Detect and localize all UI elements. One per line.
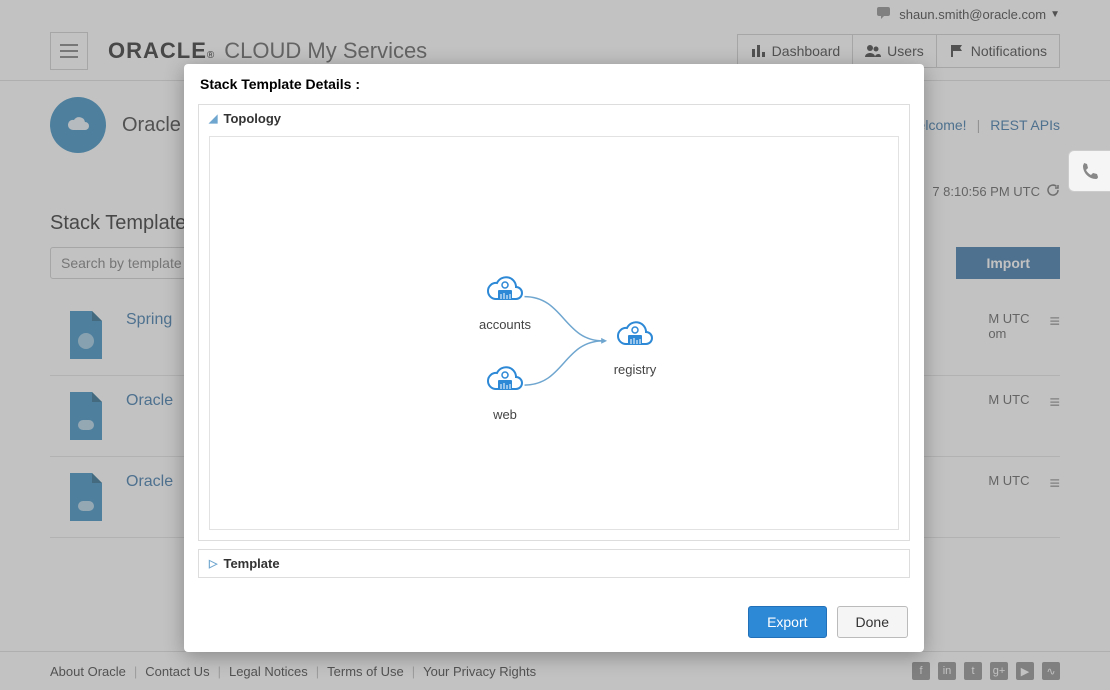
template-label: Template xyxy=(223,556,279,571)
phone-icon xyxy=(1080,161,1100,181)
dialog-footer: Export Done xyxy=(184,592,924,652)
dialog-title: Stack Template Details : xyxy=(184,64,924,104)
done-button[interactable]: Done xyxy=(837,606,908,638)
service-cloud-icon xyxy=(482,362,528,398)
topology-connections xyxy=(210,137,898,529)
service-cloud-icon xyxy=(612,317,658,353)
topology-label: Topology xyxy=(223,111,281,126)
topology-header[interactable]: ◢ Topology xyxy=(199,105,909,132)
stack-template-details-dialog: Stack Template Details : ◢ Topology xyxy=(184,64,924,652)
phone-tab[interactable] xyxy=(1068,150,1110,192)
node-label: accounts xyxy=(460,317,550,332)
service-cloud-icon xyxy=(482,272,528,308)
node-label: registry xyxy=(590,362,680,377)
node-accounts[interactable]: accounts xyxy=(460,272,550,332)
template-section: ▷ Template xyxy=(198,549,910,578)
export-button[interactable]: Export xyxy=(748,606,826,638)
topology-section: ◢ Topology accounts xyxy=(198,104,910,541)
node-registry[interactable]: registry xyxy=(590,317,680,377)
node-label: web xyxy=(460,407,550,422)
node-web[interactable]: web xyxy=(460,362,550,422)
template-header[interactable]: ▷ Template xyxy=(199,550,909,577)
disclosure-closed-icon: ▷ xyxy=(209,557,217,570)
disclosure-open-icon: ◢ xyxy=(209,112,217,125)
topology-canvas: accounts web xyxy=(209,136,899,530)
